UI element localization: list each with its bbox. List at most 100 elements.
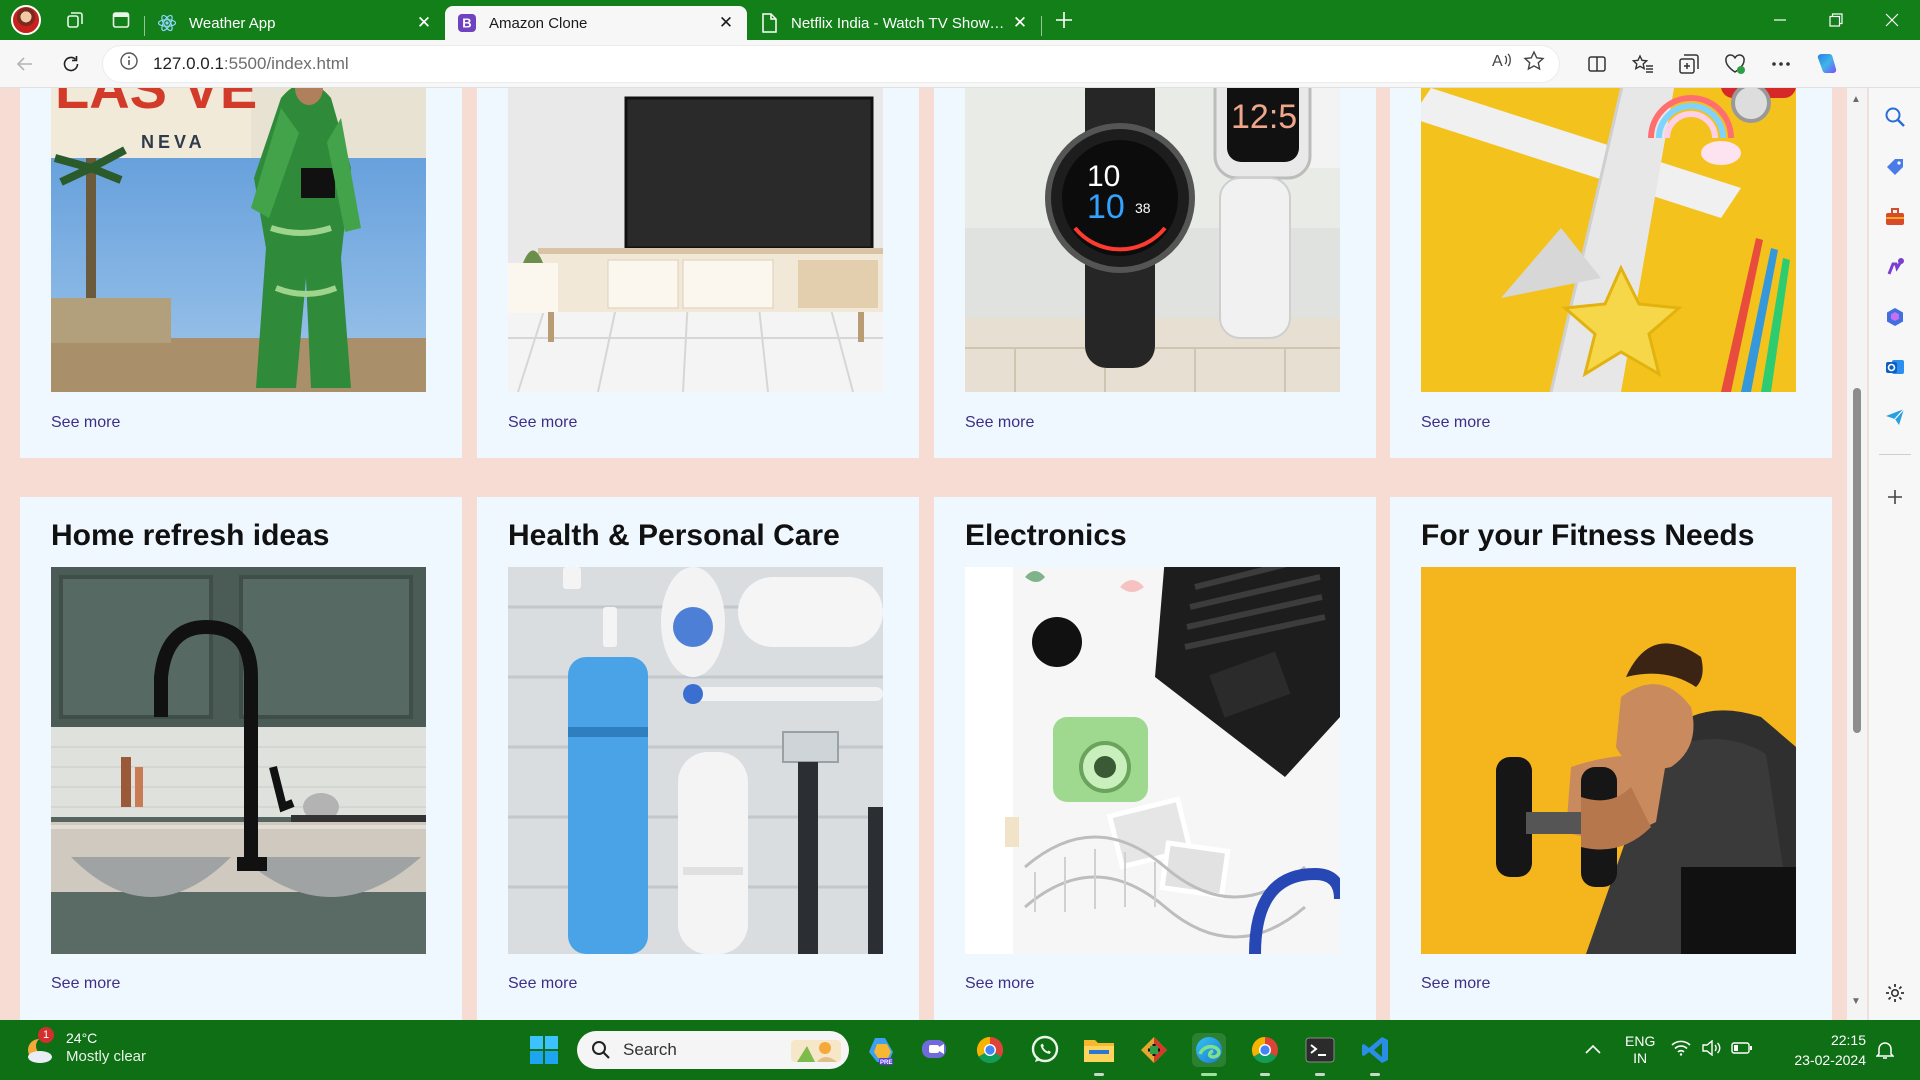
weather-widget[interactable]: 1 24°C Mostly clear — [22, 1027, 146, 1066]
split-screen-icon[interactable] — [1574, 44, 1620, 84]
page-icon — [759, 13, 779, 33]
new-tab-button[interactable] — [1042, 0, 1086, 40]
games-icon[interactable] — [1882, 254, 1908, 280]
toys-image[interactable] — [1421, 88, 1796, 392]
clock-time: 22:15 — [1830, 1032, 1866, 1048]
tab-weather-app[interactable]: Weather App ✕ — [145, 6, 445, 40]
wifi-icon[interactable] — [1671, 1040, 1691, 1061]
search-icon — [592, 1041, 610, 1059]
tab-amazon-clone[interactable]: B Amazon Clone ✕ — [445, 6, 747, 40]
whatsapp-icon[interactable] — [1028, 1033, 1062, 1067]
avatar — [11, 5, 41, 35]
chevron-up-icon[interactable] — [1585, 1041, 1601, 1059]
url-path: :5500/index.html — [223, 53, 349, 73]
windows-start-button[interactable] — [528, 1034, 560, 1066]
category-card: LAS VE NEVA See more — [20, 88, 462, 458]
see-more-link[interactable]: See more — [1421, 975, 1490, 993]
volume-icon[interactable] — [1701, 1039, 1721, 1061]
react-icon — [157, 13, 177, 33]
close-tab-icon[interactable]: ✕ — [1009, 13, 1031, 33]
category-card: See more — [477, 88, 919, 458]
category-card-electronics: Electronics See more — [934, 497, 1376, 1020]
add-icon[interactable] — [1882, 484, 1908, 510]
see-more-link[interactable]: See more — [51, 414, 120, 432]
category-card: See more — [1390, 88, 1832, 458]
file-explorer-icon[interactable] — [1082, 1033, 1116, 1076]
taskbar-search[interactable]: Search — [577, 1031, 849, 1069]
settings-gear-icon[interactable] — [1882, 980, 1908, 1006]
workspaces-icon[interactable] — [52, 0, 98, 40]
svg-text:12:5: 12:5 — [1231, 98, 1297, 136]
tab-actions-icon[interactable] — [98, 0, 144, 40]
minimize-button[interactable] — [1752, 0, 1808, 40]
browser-essentials-icon[interactable] — [1712, 44, 1758, 84]
refresh-button[interactable] — [50, 44, 92, 84]
electronics-image[interactable] — [965, 567, 1340, 954]
see-more-link[interactable]: See more — [1421, 414, 1490, 432]
copilot-icon[interactable] — [1804, 44, 1850, 84]
personal-care-image[interactable] — [508, 567, 883, 954]
clock[interactable]: 22:15 23-02-2024 — [1788, 1030, 1866, 1070]
address-toolbar: 127.0.0.1:5500/index.html A — [0, 40, 1920, 88]
active-indicator — [1201, 1073, 1217, 1076]
battery-icon[interactable] — [1731, 1041, 1753, 1060]
language-code: ENG — [1625, 1033, 1656, 1049]
url-bar[interactable]: 127.0.0.1:5500/index.html A — [102, 44, 1560, 83]
scrollbar-thumb[interactable] — [1853, 388, 1861, 733]
weather-moon-icon: 1 — [22, 1027, 56, 1065]
profile-avatar[interactable] — [0, 0, 52, 40]
svg-text:LAS VE: LAS VE — [55, 88, 257, 120]
git-app-icon[interactable] — [1137, 1033, 1171, 1067]
chrome-icon[interactable] — [973, 1033, 1007, 1067]
svg-text:NEVA: NEVA — [141, 132, 206, 152]
fashion-image[interactable]: LAS VE NEVA — [51, 88, 426, 392]
scroll-down-arrow[interactable]: ▼ — [1851, 996, 1861, 1007]
info-icon[interactable] — [119, 51, 139, 76]
card-title: Health & Personal Care — [508, 519, 840, 552]
card-title: For your Fitness Needs — [1421, 519, 1755, 552]
card-title: Electronics — [965, 519, 1127, 552]
svg-text:B: B — [462, 16, 471, 31]
kitchen-faucet-image[interactable] — [51, 567, 426, 954]
back-button[interactable] — [4, 44, 46, 84]
vscode-icon[interactable] — [1358, 1033, 1392, 1076]
running-indicator — [1260, 1073, 1270, 1076]
tab-netflix-india[interactable]: Netflix India - Watch TV Shows Online ✕ — [747, 6, 1041, 40]
see-more-link[interactable]: See more — [508, 975, 577, 993]
chrome-icon[interactable] — [1248, 1033, 1282, 1076]
collections-icon[interactable] — [1666, 44, 1712, 84]
windows-taskbar: 1 24°C Mostly clear Search PRE ENG IN 22… — [0, 1020, 1920, 1080]
favorite-star-icon[interactable] — [1523, 50, 1545, 77]
see-more-link[interactable]: See more — [51, 975, 120, 993]
taskbar-search-label: Search — [623, 1040, 677, 1059]
tools-icon[interactable] — [1882, 204, 1908, 230]
page-scrollbar[interactable]: ▲ ▼ — [1847, 88, 1867, 1020]
scroll-up-arrow[interactable]: ▲ — [1851, 94, 1861, 105]
smartwatch-image[interactable]: 12:5 10 10 38 — [965, 88, 1340, 392]
fitness-image[interactable] — [1421, 567, 1796, 954]
see-more-link[interactable]: See more — [965, 975, 1034, 993]
shopping-tag-icon[interactable] — [1882, 154, 1908, 180]
send-icon[interactable] — [1882, 404, 1908, 430]
language-indicator[interactable]: ENG IN — [1625, 1033, 1655, 1067]
search-icon[interactable] — [1882, 104, 1908, 130]
close-tab-icon[interactable]: ✕ — [715, 13, 737, 33]
see-more-link[interactable]: See more — [508, 414, 577, 432]
search-highlight-icon — [791, 1040, 841, 1062]
microsoft-365-icon[interactable] — [1882, 304, 1908, 330]
close-window-button[interactable] — [1864, 0, 1920, 40]
restore-button[interactable] — [1808, 0, 1864, 40]
edge-icon[interactable] — [1192, 1033, 1226, 1076]
copilot-taskbar-icon[interactable]: PRE — [864, 1033, 898, 1067]
teams-chat-icon[interactable] — [918, 1033, 952, 1067]
favorites-icon[interactable] — [1620, 44, 1666, 84]
tv-image[interactable] — [508, 88, 883, 392]
see-more-link[interactable]: See more — [965, 414, 1034, 432]
terminal-icon[interactable] — [1303, 1033, 1337, 1076]
outlook-icon[interactable] — [1882, 354, 1908, 380]
more-options-icon[interactable] — [1758, 44, 1804, 84]
notifications-bell-icon[interactable] — [1875, 1040, 1895, 1065]
read-aloud-icon[interactable]: A — [1491, 50, 1513, 77]
close-tab-icon[interactable]: ✕ — [413, 13, 435, 33]
card-title: Home refresh ideas — [51, 519, 330, 552]
